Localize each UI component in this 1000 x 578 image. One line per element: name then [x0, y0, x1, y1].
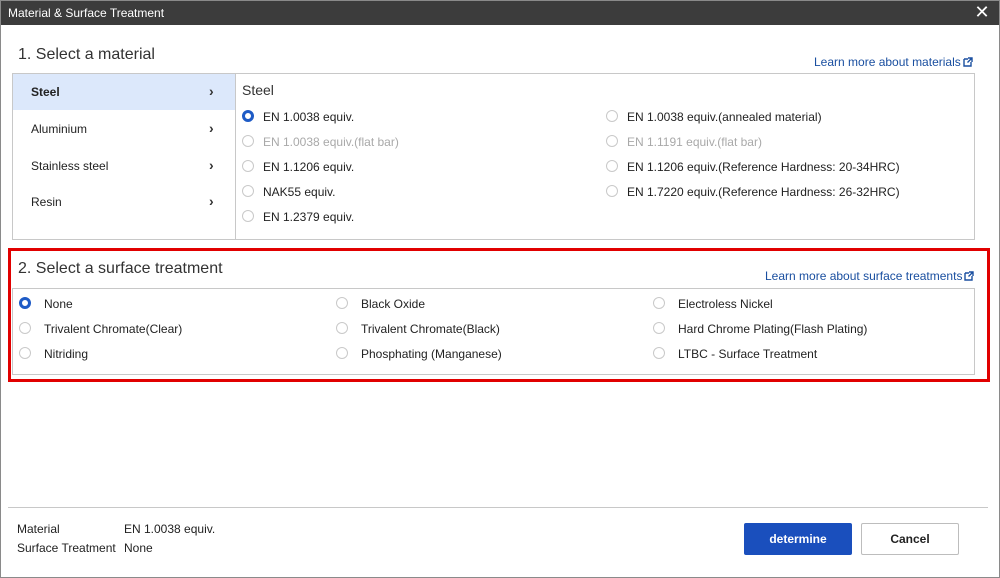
material-option-label: EN 1.7220 equiv.(Reference Hardness: 26-… [627, 185, 900, 199]
surface-option-label: Trivalent Chromate(Clear) [44, 322, 183, 336]
radio-button[interactable] [19, 297, 31, 309]
radio-button[interactable] [242, 110, 254, 122]
external-link-icon [964, 271, 975, 281]
radio-button[interactable] [606, 110, 618, 122]
radio-button[interactable] [336, 297, 348, 309]
dialog-title: Material & Surface Treatment [8, 6, 165, 20]
learn-more-surface-link[interactable]: Learn more about surface treatments [765, 269, 975, 283]
category-resin[interactable]: Resin › [13, 184, 235, 220]
learn-more-surface-label: Learn more about surface treatments [765, 269, 963, 283]
learn-more-materials-link[interactable]: Learn more about materials [814, 55, 973, 69]
radio-button [606, 135, 618, 147]
material-option-label: EN 1.1206 equiv.(Reference Hardness: 20-… [627, 160, 900, 174]
material-option-label: EN 1.0038 equiv.(flat bar) [263, 135, 399, 149]
category-label: Steel [31, 85, 60, 99]
radio-button[interactable] [653, 322, 665, 334]
material-option-label: EN 1.1206 equiv. [263, 160, 355, 174]
radio-button[interactable] [242, 185, 254, 197]
material-section-heading: 1. Select a material [18, 46, 155, 63]
category-label: Aluminium [31, 122, 88, 136]
surface-option-label: LTBC - Surface Treatment [678, 347, 818, 361]
cancel-button[interactable]: Cancel [861, 523, 959, 555]
material-panel-title: Steel [242, 82, 274, 98]
close-icon[interactable]: ✕ [973, 3, 991, 21]
radio-button[interactable] [606, 185, 618, 197]
radio-button [242, 135, 254, 147]
radio-button[interactable] [19, 347, 31, 359]
radio-button[interactable] [242, 160, 254, 172]
category-steel[interactable]: Steel › [13, 74, 235, 110]
material-option-label: EN 1.2379 equiv. [263, 210, 355, 224]
summary-surface-value: None [124, 541, 153, 555]
material-option-label: EN 1.0038 equiv.(annealed material) [627, 110, 822, 124]
material-surface-dialog: Material & Surface Treatment ✕ 1. Select… [0, 0, 1000, 578]
dialog-titlebar: Material & Surface Treatment ✕ [1, 1, 999, 25]
surface-treatment-selector: None Trivalent Chromate(Clear) Nitriding… [12, 288, 975, 375]
surface-option-label: Electroless Nickel [678, 297, 773, 311]
chevron-right-icon: › [209, 83, 214, 99]
surface-option-label: Black Oxide [361, 297, 426, 311]
surface-option-label: Phosphating (Manganese) [361, 347, 502, 361]
category-label: Resin [31, 195, 62, 209]
radio-button[interactable] [606, 160, 618, 172]
summary-material-label: Material [17, 522, 60, 536]
category-label: Stainless steel [31, 159, 109, 173]
chevron-right-icon: › [209, 193, 214, 209]
radio-button[interactable] [336, 322, 348, 334]
surface-option-label: Nitriding [44, 347, 89, 361]
chevron-right-icon: › [209, 157, 214, 173]
determine-button[interactable]: determine [744, 523, 852, 555]
chevron-right-icon: › [209, 120, 214, 136]
category-aluminium[interactable]: Aluminium › [13, 111, 235, 147]
surface-option-label: None [44, 297, 73, 311]
material-category-nav: Steel › Aluminium › Stainless steel › Re… [13, 74, 236, 239]
material-selector: Steel › Aluminium › Stainless steel › Re… [12, 73, 975, 240]
summary-material-value: EN 1.0038 equiv. [124, 522, 216, 536]
surface-option-label: Hard Chrome Plating(Flash Plating) [678, 322, 868, 336]
external-link-icon [963, 57, 973, 67]
radio-button[interactable] [653, 297, 665, 309]
summary-surface-label: Surface Treatment [17, 541, 116, 555]
footer-divider [8, 507, 988, 508]
material-option-label: NAK55 equiv. [263, 185, 336, 199]
material-option-label: EN 1.0038 equiv. [263, 110, 355, 124]
surface-option-label: Trivalent Chromate(Black) [361, 322, 500, 336]
radio-button[interactable] [242, 210, 254, 222]
category-stainless-steel[interactable]: Stainless steel › [13, 148, 235, 184]
radio-button[interactable] [653, 347, 665, 359]
surface-section-heading: 2. Select a surface treatment [18, 260, 223, 277]
radio-button[interactable] [336, 347, 348, 359]
material-option-label: EN 1.1191 equiv.(flat bar) [627, 135, 762, 149]
learn-more-materials-label: Learn more about materials [814, 55, 961, 69]
radio-button[interactable] [19, 322, 31, 334]
